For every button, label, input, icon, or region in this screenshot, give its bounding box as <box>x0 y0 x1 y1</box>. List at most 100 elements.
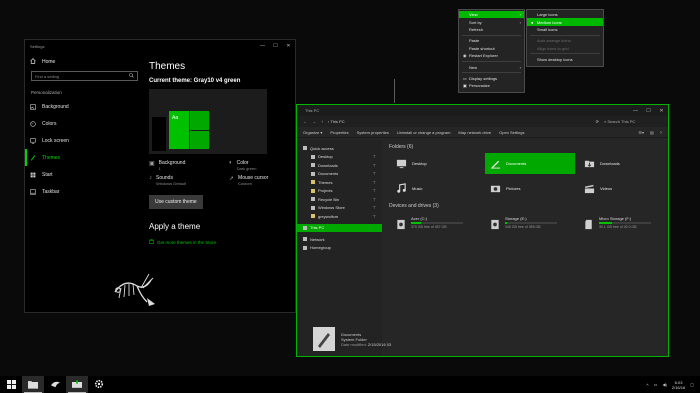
close-button[interactable]: ✕ <box>655 108 668 114</box>
menu-item-view[interactable]: View › <box>459 11 524 19</box>
minimize-button[interactable]: — <box>629 108 642 114</box>
taskbar-file-explorer[interactable] <box>22 376 44 393</box>
palette-icon: ◐ <box>229 160 233 166</box>
nav-quick-access[interactable]: Quick access <box>297 144 382 153</box>
taskbar-app-drive[interactable] <box>66 376 88 393</box>
menu-item-sort-by[interactable]: Sort by › <box>459 18 524 25</box>
menu-item-label: Paste shortcut <box>469 45 495 51</box>
menu-item-align-to-grid[interactable]: Align icons to grid <box>527 45 603 52</box>
menu-item-personalize[interactable]: ▣ Personalize <box>459 82 524 89</box>
start-button[interactable] <box>0 376 22 393</box>
preview-pane-icon[interactable]: ▤ <box>650 130 654 135</box>
folder-documents[interactable]: Documents <box>485 153 575 174</box>
nav-greywolfcm[interactable]: greywolfcm ⊤ <box>297 212 382 221</box>
taskbar-app-bird[interactable] <box>44 376 66 393</box>
nav-this-pc[interactable]: This PC <box>297 223 382 232</box>
folders-group-header[interactable]: Folders (6) <box>389 144 668 150</box>
folder-label: Videos <box>600 186 613 191</box>
refresh-icon[interactable]: ⟳ <box>596 119 599 124</box>
menu-item-label: Auto arrange icons <box>537 38 571 44</box>
menu-item-new[interactable]: New › <box>459 63 524 70</box>
nav-documents[interactable]: Documents ⊤ <box>297 170 382 179</box>
drive-label: Storage (E:) <box>505 215 527 221</box>
menu-item-restart-explorer[interactable]: ◉ Restart Explorer <box>459 52 524 59</box>
drive-c[interactable]: Acer (C:) 370 GB free of 457 GB <box>391 212 481 232</box>
minimize-button[interactable]: — <box>256 43 269 49</box>
view-options-icon[interactable]: ☰▾ <box>638 130 644 135</box>
nav-windows-store[interactable]: Windows Store ⊤ <box>297 204 382 213</box>
map-network-drive-button[interactable]: Map network drive <box>458 130 491 135</box>
preview-start-list <box>152 117 166 151</box>
nav-label: Documents <box>318 171 339 177</box>
sidebar-item-taskbar[interactable]: Taskbar <box>25 183 143 200</box>
sidebar-item-background[interactable]: Background <box>25 98 143 115</box>
sidebar-item-colors[interactable]: Colors <box>25 115 143 132</box>
notifications-icon[interactable]: ▢ <box>690 382 694 387</box>
display-icon[interactable]: ▭ <box>654 382 658 387</box>
folder-videos[interactable]: Videos <box>579 178 669 199</box>
menu-item-large-icons[interactable]: Large icons <box>527 11 603 18</box>
folder-downloads[interactable]: Downloads <box>579 153 669 174</box>
drive-usage-fill <box>599 221 612 224</box>
explorer-titlebar[interactable]: This PC — ☐ ✕ <box>297 105 668 116</box>
background-option[interactable]: ▣ Background 1 <box>149 160 229 171</box>
uninstall-program-button[interactable]: Uninstall or change a program <box>397 130 451 135</box>
menu-separator <box>462 72 521 74</box>
drive-f[interactable]: Micro Storage (F:) 30.1 GB free of 40.0 … <box>579 212 669 232</box>
nav-downloads[interactable]: Downloads ⊤ <box>297 161 382 170</box>
open-settings-button[interactable]: Open Settings <box>499 130 524 135</box>
up-icon[interactable]: ↑ <box>321 119 323 124</box>
option-label: Background <box>158 160 186 166</box>
menu-item-medium-icons[interactable]: ● Medium icons <box>527 18 603 26</box>
get-more-themes-link[interactable]: Get more themes in the Store <box>149 239 295 245</box>
nav-label: Themes <box>318 179 333 185</box>
menu-item-auto-arrange[interactable]: Auto arrange icons <box>527 37 603 44</box>
folder-pictures[interactable]: Pictures <box>485 178 575 199</box>
nav-themes[interactable]: Themes ⊤ <box>297 178 382 187</box>
nav-desktop[interactable]: Desktop ⊤ <box>297 153 382 162</box>
home-link[interactable]: Home <box>25 56 143 68</box>
clock-date: 2/16/16 <box>671 384 686 390</box>
sidebar-item-start[interactable]: Start <box>25 166 143 183</box>
properties-button[interactable]: Properties <box>330 130 348 135</box>
menu-item-refresh[interactable]: Refresh <box>459 26 524 33</box>
back-icon[interactable]: ← <box>303 119 307 124</box>
nav-recycle-bin[interactable]: Recycle Bin ⊤ <box>297 195 382 204</box>
drive-e[interactable]: Storage (E:) 345 GB free of 355 GB <box>485 212 575 232</box>
sidebar-item-lock-screen[interactable]: Lock screen <box>25 132 143 149</box>
help-icon[interactable]: ? <box>660 130 662 135</box>
nav-label: Windows Store <box>318 205 345 211</box>
forward-icon[interactable]: → <box>312 119 316 124</box>
volume-icon[interactable]: ◀) <box>662 382 666 387</box>
menu-item-paste-shortcut[interactable]: Paste shortcut <box>459 45 524 52</box>
drives-group-header[interactable]: Devices and drives (3) <box>389 203 668 209</box>
close-button[interactable]: ✕ <box>282 43 295 49</box>
maximize-button[interactable]: ☐ <box>642 108 655 114</box>
settings-search-input[interactable]: Find a setting <box>31 71 138 81</box>
chevron-up-icon[interactable]: ˄ <box>646 382 648 387</box>
sd-card-icon <box>584 217 595 229</box>
nav-network[interactable]: Network <box>297 235 382 244</box>
nav-projects[interactable]: Projects ⊤ <box>297 187 382 196</box>
folder-music[interactable]: Music <box>391 178 481 199</box>
menu-item-show-desktop-icons[interactable]: Show desktop icons <box>527 56 603 63</box>
explorer-search-input[interactable]: ⌕ Search This PC <box>604 119 662 124</box>
system-properties-button[interactable]: System properties <box>357 130 389 135</box>
settings-titlebar[interactable]: Settings — ☐ ✕ <box>25 40 295 52</box>
nav-homegroup[interactable]: Homegroup <box>297 244 382 253</box>
menu-separator <box>462 60 521 62</box>
use-custom-theme-button[interactable]: Use custom theme <box>149 195 203 209</box>
system-tray: ˄ ▭ ◀) 6:03 2/16/16 ▢ <box>646 380 700 390</box>
maximize-button[interactable]: ☐ <box>269 43 282 49</box>
clock[interactable]: 6:03 2/16/16 <box>672 380 685 390</box>
palette-icon <box>30 120 36 127</box>
sidebar-item-themes[interactable]: Themes <box>25 149 143 166</box>
menu-item-display-settings[interactable]: ▭ Display settings <box>459 75 524 82</box>
menu-item-paste[interactable]: Paste <box>459 37 524 44</box>
address-path[interactable]: › This PC <box>328 119 591 124</box>
organize-button[interactable]: Organize ▾ <box>303 130 322 135</box>
sounds-option[interactable]: ♪ Sounds Windows Default <box>149 175 229 186</box>
folder-desktop[interactable]: Desktop <box>391 153 481 174</box>
taskbar-settings[interactable] <box>88 376 110 393</box>
menu-item-small-icons[interactable]: Small icons <box>527 26 603 33</box>
